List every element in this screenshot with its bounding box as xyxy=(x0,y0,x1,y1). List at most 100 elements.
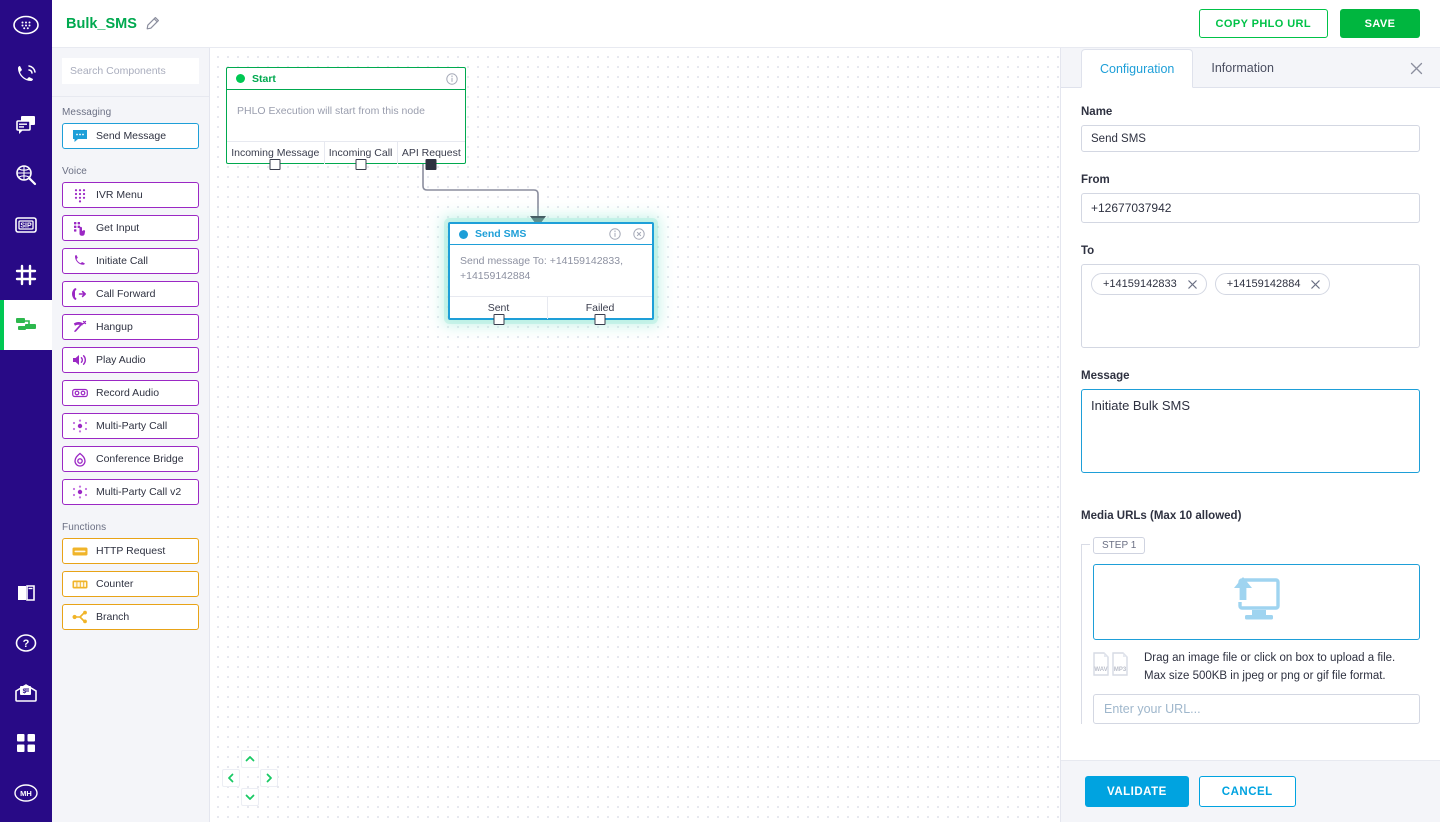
canvas-pan-up-button[interactable] xyxy=(241,750,259,768)
component-get-input[interactable]: Get Input xyxy=(62,215,199,241)
port-handle[interactable] xyxy=(426,159,437,170)
from-input[interactable] xyxy=(1081,193,1420,223)
components-list: Messaging Send Message Voice IVR Menu Ge… xyxy=(52,97,209,822)
canvas-nav-pad xyxy=(222,750,278,806)
drop-note-text: Drag an image file or click on box to up… xyxy=(1144,650,1395,685)
help-question-icon[interactable]: ? xyxy=(0,618,52,668)
info-icon[interactable] xyxy=(445,72,458,85)
component-label: Play Audio xyxy=(96,354,146,366)
tab-information[interactable]: Information xyxy=(1193,48,1292,87)
copy-phlo-url-button[interactable]: COPY PHLO URL xyxy=(1199,9,1328,38)
component-hangup[interactable]: Hangup xyxy=(62,314,199,340)
cloud-dialpad-icon[interactable] xyxy=(0,0,52,50)
docs-book-icon[interactable] xyxy=(0,568,52,618)
counter-icon xyxy=(71,576,88,593)
remove-chip-icon[interactable] xyxy=(1311,280,1320,289)
component-record-audio[interactable]: Record Audio xyxy=(62,380,199,406)
lookup-search-icon[interactable] xyxy=(0,150,52,200)
sip-icon[interactable]: SIP xyxy=(0,200,52,250)
avatar[interactable]: MH xyxy=(0,768,52,818)
hash-grid-icon[interactable] xyxy=(0,250,52,300)
media-urls-label: Media URLs (Max 10 allowed) xyxy=(1081,510,1420,522)
canvas-pan-left-button[interactable] xyxy=(222,769,240,787)
port-api-request[interactable]: API Request xyxy=(397,142,465,164)
component-conference-bridge[interactable]: Conference Bridge xyxy=(62,446,199,472)
validate-button[interactable]: VALIDATE xyxy=(1085,776,1189,807)
configuration-panel: Configuration Information Name From To +… xyxy=(1060,0,1440,822)
component-branch[interactable]: Branch xyxy=(62,604,199,630)
port-failed[interactable]: Failed xyxy=(547,297,652,319)
component-label: Send Message xyxy=(96,130,166,142)
info-icon[interactable] xyxy=(608,228,621,241)
component-label: Multi-Party Call v2 xyxy=(96,486,181,498)
connector-api-request-to-send-sms xyxy=(210,48,1060,822)
call-forward-icon xyxy=(71,286,88,303)
messages-icon[interactable] xyxy=(0,100,52,150)
flow-canvas[interactable]: Start PHLO Execution will start from thi… xyxy=(210,48,1060,822)
port-handle[interactable] xyxy=(595,314,606,325)
drop-line-1: Drag an image file or click on box to up… xyxy=(1144,652,1395,664)
from-label: From xyxy=(1081,174,1420,186)
tab-configuration[interactable]: Configuration xyxy=(1081,49,1193,88)
canvas-pan-right-button[interactable] xyxy=(260,769,278,787)
port-handle[interactable] xyxy=(355,159,366,170)
to-chip: +14159142884 xyxy=(1215,273,1331,295)
media-step-1: STEP 1 WAVMP3 Drag an image file or clic… xyxy=(1081,536,1420,724)
component-label: Hangup xyxy=(96,321,133,333)
apps-grid-icon[interactable] xyxy=(0,718,52,768)
node-start-title: Start xyxy=(252,73,438,85)
media-url-input[interactable] xyxy=(1093,694,1420,724)
component-multi-party-call-v2[interactable]: Multi-Party Call v2 xyxy=(62,479,199,505)
component-label: Conference Bridge xyxy=(96,453,184,465)
port-incoming-message[interactable]: Incoming Message xyxy=(227,142,324,164)
node-send-sms[interactable]: Send SMS Send message To: +14159142833, … xyxy=(448,222,654,320)
component-http-request[interactable]: HTTP Request xyxy=(62,538,199,564)
file-drop-zone[interactable] xyxy=(1093,564,1420,640)
save-button[interactable]: SAVE xyxy=(1340,9,1420,38)
port-handle[interactable] xyxy=(270,159,281,170)
remove-chip-icon[interactable] xyxy=(1188,280,1197,289)
search-wrapper xyxy=(52,48,209,97)
pencil-icon[interactable] xyxy=(145,16,160,31)
to-chip-label: +14159142833 xyxy=(1103,278,1177,290)
group-label-messaging: Messaging xyxy=(52,97,209,123)
panel-tabs: Configuration Information xyxy=(1061,48,1440,88)
component-send-message[interactable]: Send Message xyxy=(62,123,199,149)
component-initiate-call[interactable]: Initiate Call xyxy=(62,248,199,274)
search-input[interactable] xyxy=(62,58,199,84)
billing-icon[interactable]: $ xyxy=(0,668,52,718)
component-counter[interactable]: Counter xyxy=(62,571,199,597)
phlo-flow-icon[interactable] xyxy=(0,300,52,350)
message-textarea[interactable] xyxy=(1081,389,1420,473)
chat-bubble-icon xyxy=(71,128,88,145)
name-input[interactable] xyxy=(1081,125,1420,152)
port-sent[interactable]: Sent xyxy=(450,297,547,319)
to-chips-container[interactable]: +14159142833 +14159142884 xyxy=(1081,264,1420,348)
component-call-forward[interactable]: Call Forward xyxy=(62,281,199,307)
component-play-audio[interactable]: Play Audio xyxy=(62,347,199,373)
node-send-sms-title: Send SMS xyxy=(475,228,601,240)
close-circle-icon[interactable] xyxy=(632,228,645,241)
component-label: Record Audio xyxy=(96,387,159,399)
port-label: Sent xyxy=(488,302,510,314)
component-label: IVR Menu xyxy=(96,189,143,201)
speaker-icon xyxy=(71,352,88,369)
status-dot xyxy=(236,74,245,83)
node-send-sms-header: Send SMS xyxy=(450,224,652,245)
phone-signal-icon[interactable] xyxy=(0,50,52,100)
component-ivr-menu[interactable]: IVR Menu xyxy=(62,182,199,208)
to-label: To xyxy=(1081,245,1420,257)
canvas-pan-down-button[interactable] xyxy=(241,788,259,806)
close-icon[interactable] xyxy=(1408,60,1424,76)
group-label-voice: Voice xyxy=(52,156,209,182)
component-label: Initiate Call xyxy=(96,255,148,267)
component-label: Counter xyxy=(96,578,133,590)
node-start[interactable]: Start PHLO Execution will start from thi… xyxy=(226,67,466,164)
component-multi-party-call[interactable]: Multi-Party Call xyxy=(62,413,199,439)
port-incoming-call[interactable]: Incoming Call xyxy=(324,142,397,164)
node-start-description: PHLO Execution will start from this node xyxy=(227,90,465,141)
multi-party-icon xyxy=(71,418,88,435)
cancel-button[interactable]: CANCEL xyxy=(1199,776,1296,807)
port-handle[interactable] xyxy=(493,314,504,325)
port-label: Incoming Call xyxy=(329,147,393,159)
